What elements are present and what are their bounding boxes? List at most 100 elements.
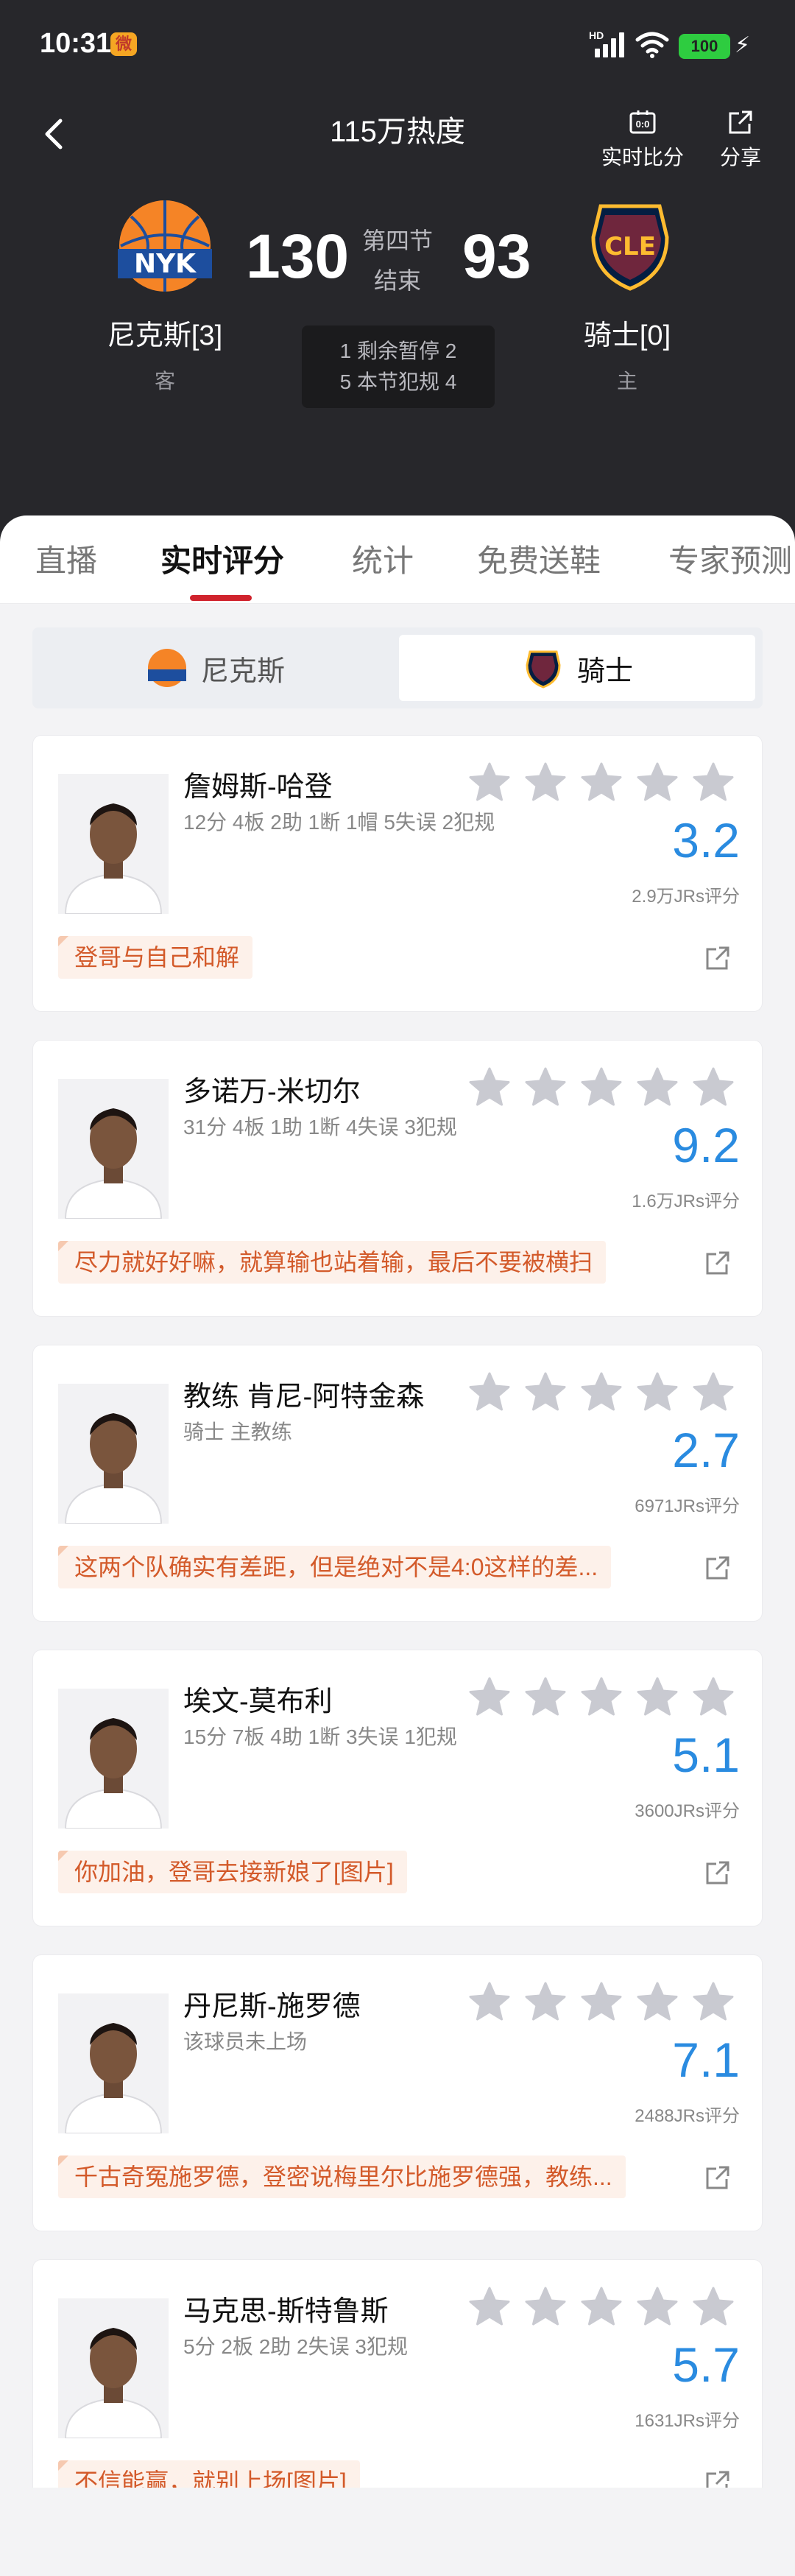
player-stats: 31分 4板 1助 1断 4失误 3犯规 bbox=[183, 1116, 457, 1139]
player-name: 马克思-斯特鲁斯 bbox=[183, 2296, 389, 2327]
rating-count: 2.9万JRs评分 bbox=[632, 887, 740, 907]
star-icon[interactable] bbox=[691, 1066, 735, 1108]
star-icon[interactable] bbox=[691, 761, 735, 803]
star-icon[interactable] bbox=[467, 1675, 512, 1718]
rating-stars[interactable] bbox=[467, 761, 735, 803]
share-icon[interactable] bbox=[703, 1553, 732, 1583]
home-team-name: 尼克斯[3] bbox=[107, 320, 223, 351]
star-icon[interactable] bbox=[523, 1370, 568, 1413]
share-label: 分享 bbox=[719, 146, 761, 169]
star-icon[interactable] bbox=[635, 1066, 679, 1108]
share-icon[interactable] bbox=[703, 943, 732, 973]
star-icon[interactable] bbox=[523, 1980, 568, 2023]
away-team-name: 骑士[0] bbox=[583, 320, 671, 351]
team-switch-knicks[interactable]: 尼克斯 bbox=[37, 635, 393, 701]
player-photo bbox=[58, 1993, 169, 2133]
star-icon[interactable] bbox=[635, 1370, 679, 1413]
player-card[interactable]: 詹姆斯-哈登 12分 4板 2助 1断 1帽 5失误 2犯规 3.2 2.9万J… bbox=[32, 735, 763, 1012]
game-header: 10:31 微 HD 100 ⚡ 115万热度 0:0 实时比分 分享 NYK … bbox=[0, 0, 795, 560]
star-icon[interactable] bbox=[579, 2285, 623, 2328]
star-icon[interactable] bbox=[579, 1980, 623, 2023]
team-switch-cavaliers[interactable]: 骑士 bbox=[399, 635, 755, 701]
player-name: 多诺万-米切尔 bbox=[183, 1077, 361, 1108]
player-stats: 骑士 主教练 bbox=[183, 1421, 292, 1443]
home-team-role: 客 bbox=[154, 370, 175, 393]
charging-icon: ⚡ bbox=[735, 33, 751, 57]
star-icon[interactable] bbox=[467, 1980, 512, 2023]
top-comment[interactable]: 尽力就好好嘛，就算输也站着输，最后不要被横扫 bbox=[58, 1241, 607, 1284]
away-team-role: 主 bbox=[616, 370, 637, 393]
share-icon[interactable] bbox=[703, 1858, 732, 1887]
star-icon[interactable] bbox=[467, 1370, 512, 1413]
star-icon[interactable] bbox=[467, 1066, 512, 1108]
star-icon[interactable] bbox=[691, 1675, 735, 1718]
player-card[interactable]: 多诺万-米切尔 31分 4板 1助 1断 4失误 3犯规 9.2 1.6万JRs… bbox=[32, 1040, 763, 1317]
rating-count: 1631JRs评分 bbox=[635, 2411, 740, 2431]
page-title: 115万热度 bbox=[330, 116, 465, 148]
share-button[interactable]: 分享 bbox=[693, 108, 788, 171]
player-card[interactable]: 教练 肯尼-阿特金森 骑士 主教练 2.7 6971JRs评分 这两个队确实有差… bbox=[32, 1345, 763, 1622]
active-tab-indicator bbox=[190, 595, 252, 601]
rating-stars[interactable] bbox=[467, 1066, 735, 1108]
star-icon[interactable] bbox=[579, 1066, 623, 1108]
rating-count: 3600JRs评分 bbox=[635, 1801, 740, 1821]
share-icon bbox=[729, 110, 752, 134]
player-photo bbox=[58, 1384, 169, 1524]
star-icon[interactable] bbox=[635, 1675, 679, 1718]
rating-stars[interactable] bbox=[467, 2285, 735, 2328]
player-photo bbox=[58, 774, 169, 914]
top-comment[interactable]: 你加油，登哥去接新娘了[图片] bbox=[58, 1851, 407, 1893]
signal-icon bbox=[595, 31, 624, 57]
player-stats: 12分 4板 2助 1断 1帽 5失误 2犯规 bbox=[183, 811, 495, 834]
rating-count: 1.6万JRs评分 bbox=[632, 1192, 740, 1211]
cavaliers-logo[interactable]: CLE bbox=[579, 193, 682, 296]
player-name: 丹尼斯-施罗德 bbox=[183, 1991, 361, 2022]
player-card[interactable]: 埃文-莫布利 15分 7板 4助 1断 3失误 1犯规 5.1 3600JRs评… bbox=[32, 1650, 763, 1926]
star-icon[interactable] bbox=[635, 761, 679, 803]
share-icon[interactable] bbox=[703, 2163, 732, 2192]
period-status: 第四节 结束 bbox=[324, 221, 471, 300]
star-icon[interactable] bbox=[467, 761, 512, 803]
rating-stars[interactable] bbox=[467, 1370, 735, 1413]
top-comment[interactable]: 千古奇冤施罗德，登密说梅里尔比施罗德强，教练... bbox=[58, 2156, 626, 2198]
tab-realtime-rating[interactable]: 实时评分 bbox=[160, 536, 284, 581]
star-icon[interactable] bbox=[635, 1980, 679, 2023]
star-icon[interactable] bbox=[523, 1066, 568, 1108]
player-rating: 7.1 bbox=[672, 2033, 740, 2087]
tab-live[interactable]: 直播 bbox=[35, 536, 97, 581]
team-switch-cavaliers-label: 骑士 bbox=[576, 655, 633, 687]
star-icon[interactable] bbox=[635, 2285, 679, 2328]
star-icon[interactable] bbox=[523, 1675, 568, 1718]
live-score-button[interactable]: 0:0 实时比分 bbox=[595, 108, 690, 171]
player-rating: 3.2 bbox=[672, 813, 740, 868]
rating-stars[interactable] bbox=[467, 1675, 735, 1718]
star-icon[interactable] bbox=[691, 2285, 735, 2328]
star-icon[interactable] bbox=[579, 1370, 623, 1413]
top-comment[interactable]: 登哥与自己和解 bbox=[58, 936, 253, 979]
star-icon[interactable] bbox=[523, 2285, 568, 2328]
rating-count: 2488JRs评分 bbox=[635, 2106, 740, 2126]
tab-stats[interactable]: 统计 bbox=[352, 536, 414, 581]
knicks-logo[interactable]: NYK bbox=[113, 194, 216, 298]
status-time: 10:31 bbox=[40, 28, 112, 59]
timeouts-row: 1 剩余暂停 2 bbox=[339, 339, 457, 362]
tab-bar: 直播 实时评分 统计 免费送鞋 专家预测 bbox=[0, 515, 795, 604]
game-info-box: 1 剩余暂停 2 5 本节犯规 4 bbox=[302, 325, 495, 408]
star-icon[interactable] bbox=[523, 761, 568, 803]
star-icon[interactable] bbox=[579, 761, 623, 803]
star-icon[interactable] bbox=[467, 2285, 512, 2328]
share-icon[interactable] bbox=[703, 1248, 732, 1278]
star-icon[interactable] bbox=[691, 1980, 735, 2023]
star-icon[interactable] bbox=[579, 1675, 623, 1718]
rating-stars[interactable] bbox=[467, 1980, 735, 2023]
back-icon[interactable] bbox=[35, 110, 72, 158]
tab-free-shoes[interactable]: 免费送鞋 bbox=[477, 536, 601, 581]
player-rating: 9.2 bbox=[672, 1118, 740, 1172]
player-stats: 该球员未上场 bbox=[183, 2030, 308, 2053]
bottom-spacer bbox=[0, 2488, 795, 2576]
tab-expert-prediction[interactable]: 专家预测 bbox=[668, 536, 792, 581]
top-comment[interactable]: 这两个队确实有差距，但是绝对不是4:0这样的差... bbox=[58, 1546, 612, 1588]
battery-icon: 100 bbox=[679, 34, 730, 59]
star-icon[interactable] bbox=[691, 1370, 735, 1413]
player-card[interactable]: 丹尼斯-施罗德 该球员未上场 7.1 2488JRs评分 千古奇冤施罗德，登密说… bbox=[32, 1954, 763, 2231]
